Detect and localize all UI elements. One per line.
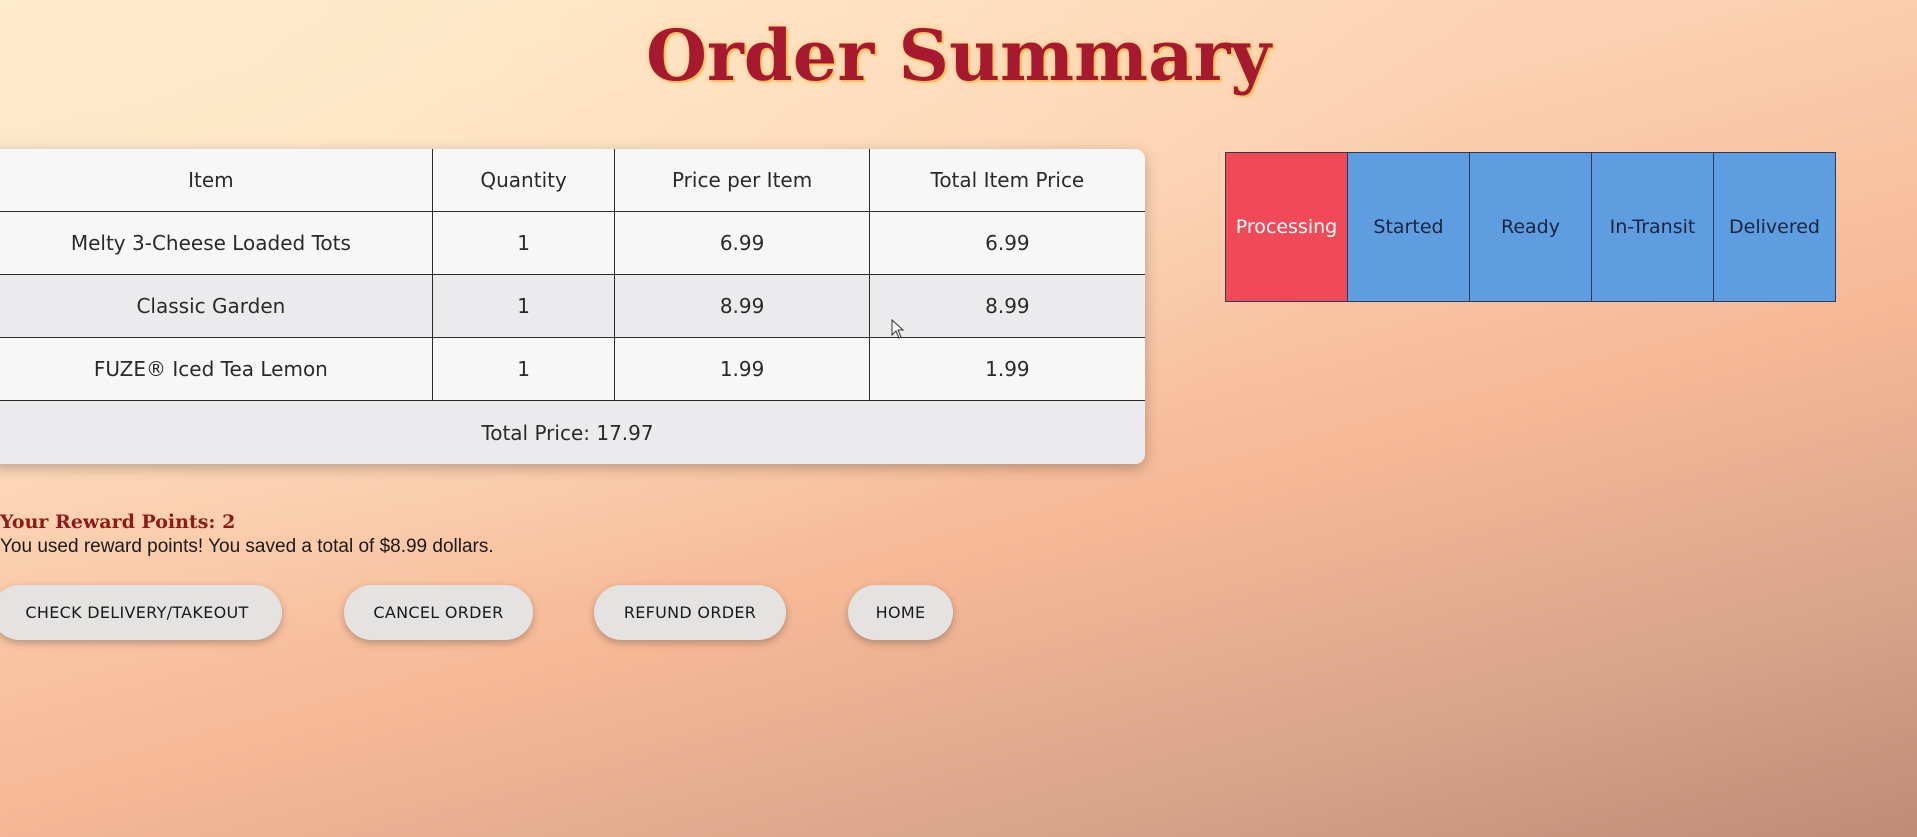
- item-price: 6.99: [614, 211, 870, 275]
- item-name: Classic Garden: [0, 274, 433, 338]
- item-quantity: 1: [432, 274, 616, 338]
- status-in-transit: In-Transit: [1592, 153, 1714, 301]
- check-delivery-button[interactable]: CHECK DELIVERY/TAKEOUT: [0, 585, 282, 640]
- status-processing: Processing: [1226, 153, 1348, 301]
- table-row: Melty 3-Cheese Loaded Tots 1 6.99 6.99: [0, 211, 1145, 275]
- reward-points: Your Reward Points: 2: [0, 511, 236, 533]
- order-table: Item Quantity Price per Item Total Item …: [0, 149, 1145, 464]
- header-quantity: Quantity: [432, 149, 616, 212]
- home-button[interactable]: HOME: [848, 585, 953, 640]
- refund-order-button[interactable]: REFUND ORDER: [594, 585, 786, 640]
- header-total-item-price: Total Item Price: [869, 149, 1145, 212]
- total-price: Total Price: 17.97: [0, 400, 1145, 464]
- order-status-tracker: Processing Started Ready In-Transit Deli…: [1225, 152, 1836, 302]
- status-ready: Ready: [1470, 153, 1592, 301]
- cancel-order-button[interactable]: CANCEL ORDER: [344, 585, 533, 640]
- table-header-row: Item Quantity Price per Item Total Item …: [0, 149, 1145, 212]
- item-quantity: 1: [432, 337, 616, 401]
- item-price: 1.99: [614, 337, 870, 401]
- table-row: Classic Garden 1 8.99 8.99: [0, 274, 1145, 338]
- item-name: FUZE® Iced Tea Lemon: [0, 337, 433, 401]
- item-quantity: 1: [432, 211, 616, 275]
- total-price-row: Total Price: 17.97: [0, 400, 1145, 464]
- header-item: Item: [0, 149, 433, 212]
- order-summary-table: Item Quantity Price per Item Total Item …: [0, 149, 1145, 464]
- status-delivered: Delivered: [1714, 153, 1835, 301]
- item-total: 6.99: [869, 211, 1145, 275]
- item-total: 8.99: [869, 274, 1145, 338]
- item-name: Melty 3-Cheese Loaded Tots: [0, 211, 433, 275]
- item-total: 1.99: [869, 337, 1145, 401]
- page-title: Order Summary: [645, 14, 1272, 97]
- item-price: 8.99: [614, 274, 870, 338]
- reward-savings-note: You used reward points! You saved a tota…: [0, 536, 494, 557]
- header-price-per-item: Price per Item: [614, 149, 870, 212]
- status-started: Started: [1348, 153, 1470, 301]
- mouse-cursor-icon: [891, 319, 905, 339]
- table-row: FUZE® Iced Tea Lemon 1 1.99 1.99: [0, 337, 1145, 401]
